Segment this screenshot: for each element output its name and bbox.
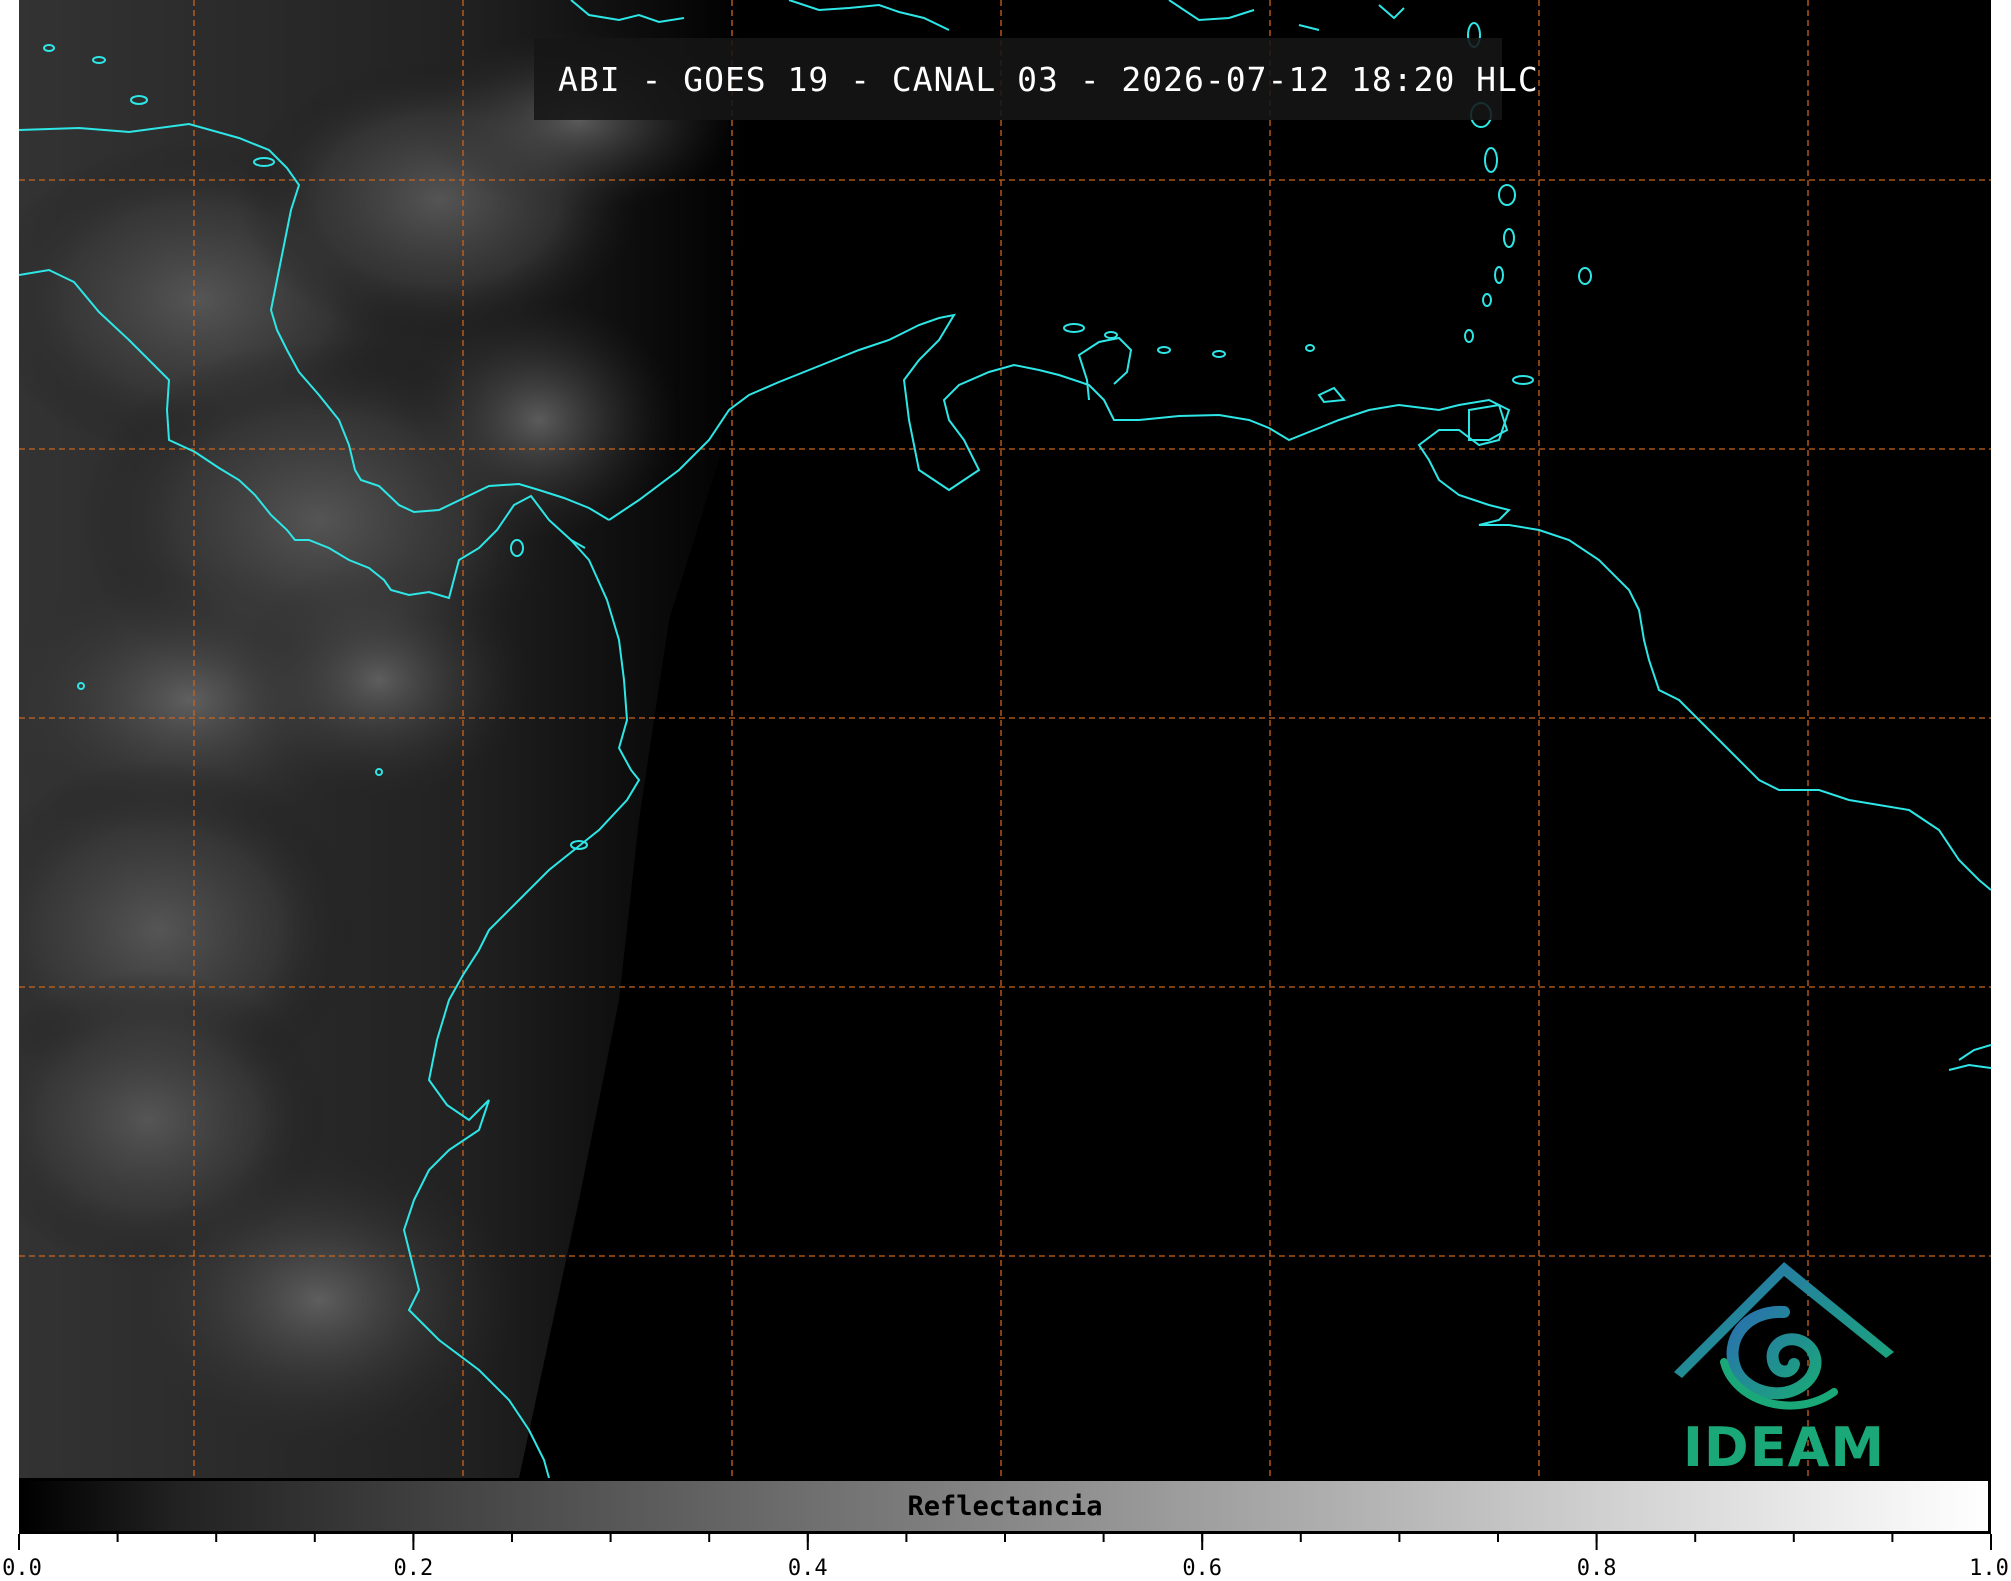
ideam-emblem-icon [1674,1262,1894,1410]
colorbar-tick-label: 0.2 [393,1556,434,1581]
colorbar-tick-label: 0.6 [1182,1556,1223,1581]
colorbar-label: Reflectancia [907,1491,1103,1522]
ideam-logo: IDEAM [1664,1252,1904,1478]
map-title: ABI - GOES 19 - CANAL 03 - 2026-07-12 18… [558,59,1539,99]
colorbar: Reflectancia [19,1478,1991,1534]
satellite-map: ABI - GOES 19 - CANAL 03 - 2026-07-12 18… [19,0,1991,1478]
colorbar-ticks [18,1534,1992,1550]
title-banner: ABI - GOES 19 - CANAL 03 - 2026-07-12 18… [534,38,1538,120]
colorbar-tick-label: 1.0 [1969,1556,2009,1581]
colorbar-tick-label: 0.8 [1576,1556,1617,1581]
colorbar-tick-label: 0.0 [2,1556,42,1581]
ideam-logo-text: IDEAM [1682,1416,1886,1478]
colorbar-tick-label: 0.4 [787,1556,828,1581]
